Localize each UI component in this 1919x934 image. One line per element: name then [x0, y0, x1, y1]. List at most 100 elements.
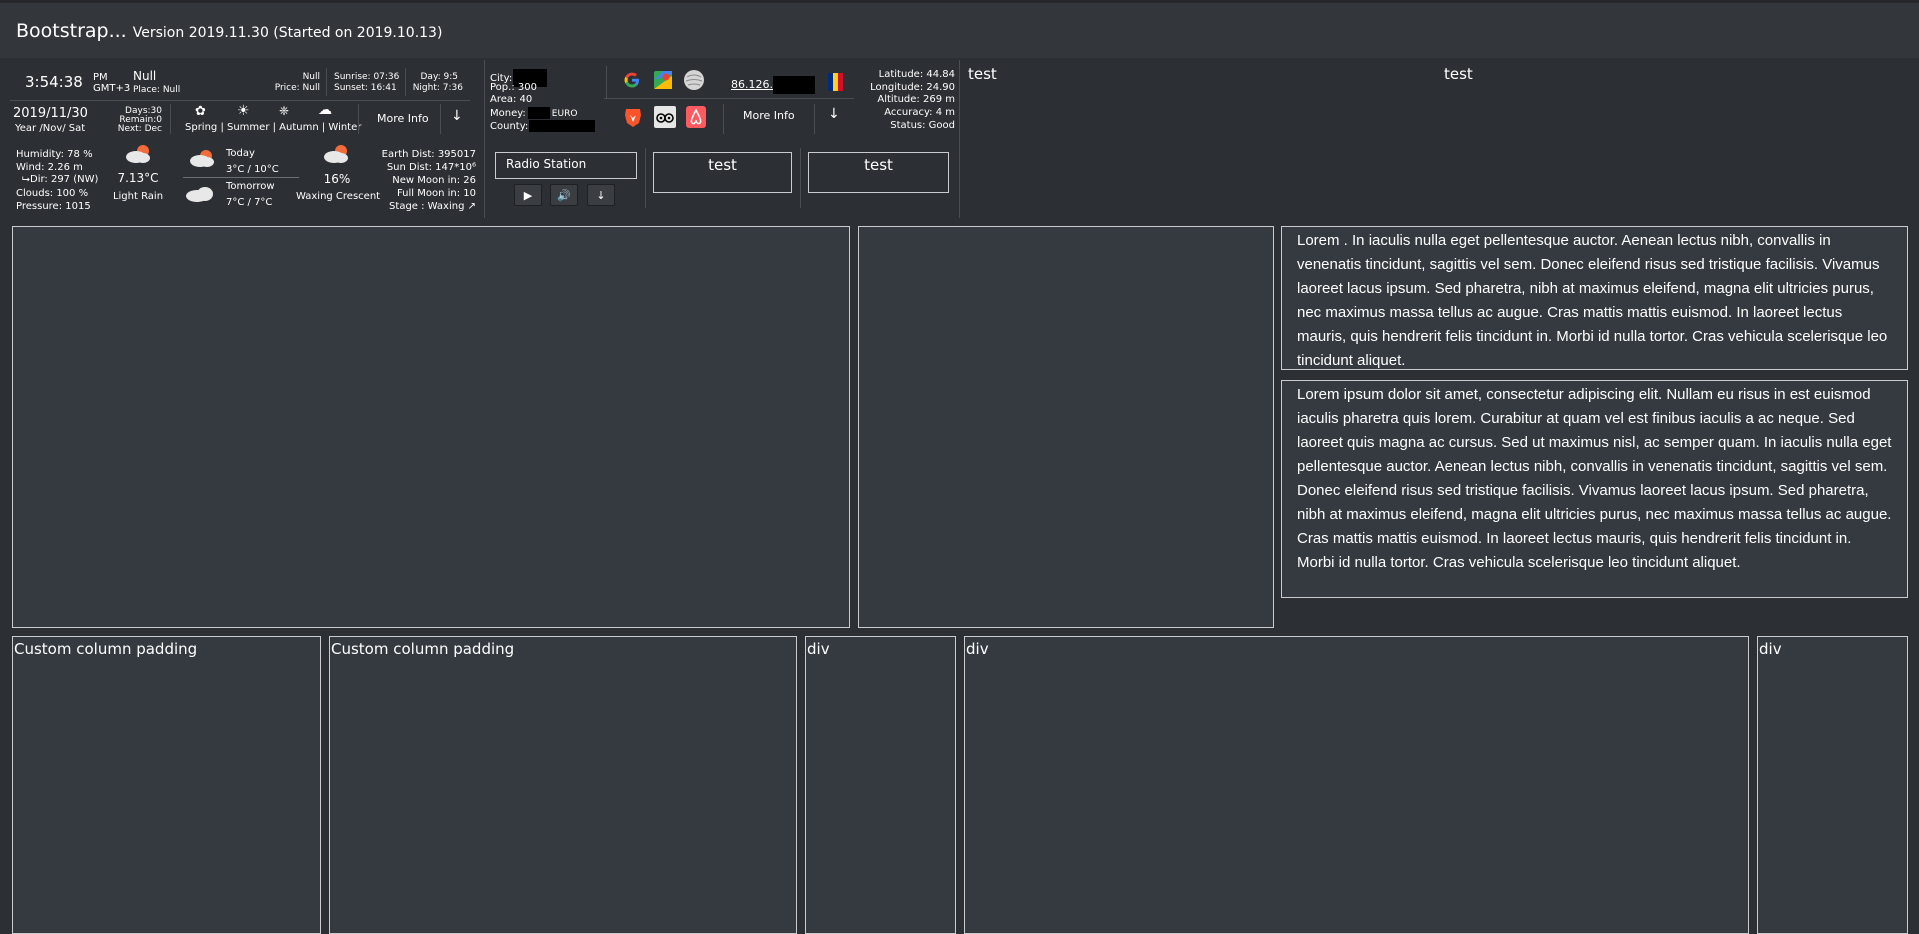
moon-phase: Waxing Crescent — [296, 191, 381, 202]
calendar-date: 2019/11/30 — [13, 106, 88, 121]
moon-weather-icon — [322, 144, 350, 168]
divider — [484, 60, 485, 218]
test-box-1: test — [653, 152, 792, 193]
pressure-text: Pressure: 1015 — [16, 201, 91, 212]
column-label: div — [966, 640, 989, 658]
today-label: Today — [226, 148, 255, 159]
autumn-icon: ❈ — [279, 104, 290, 118]
winter-icon: ☁ — [318, 102, 332, 118]
airbnb-icon[interactable] — [686, 106, 706, 132]
test-box-2: test — [808, 152, 949, 193]
calendar-expand-icon[interactable]: ↓ — [451, 108, 463, 124]
divider — [604, 98, 854, 99]
bottom-column-1: Custom column padding — [12, 636, 321, 934]
bottom-column-3: div — [805, 636, 956, 934]
earth-dist-text: Earth Dist: 395017 — [381, 149, 476, 160]
location-more-info-button[interactable]: More Info — [743, 110, 795, 121]
redacted-block — [529, 120, 596, 132]
bottom-column-5: div — [1757, 636, 1908, 934]
seasons-text: Spring | Summer | Autumn | Winter — [185, 122, 362, 133]
calendar-sub: Year /Nov/ Sat — [15, 123, 86, 134]
humidity-text: Humidity: 78 % — [16, 149, 93, 160]
divider — [800, 148, 801, 208]
test-box-1-label: test — [708, 156, 737, 174]
population-text: Pop.: 300 — [490, 82, 537, 93]
divider — [723, 104, 724, 134]
brave-icon[interactable] — [623, 106, 643, 132]
temperature-text: 7.13°C — [117, 171, 159, 185]
radio-expand-button[interactable]: ↓ — [587, 184, 615, 206]
country-flag — [828, 73, 843, 91]
lorem-panel-2: Lorem ipsum dolor sit amet, consectetur … — [1281, 380, 1908, 598]
night-length-text: Night: 7:36 — [412, 83, 463, 93]
wind-dir-text: ⮡Dir: 297 (NW) — [22, 174, 99, 185]
column-label: div — [807, 640, 830, 658]
sunrise-text: Sunrise: 07:36 — [334, 72, 400, 82]
full-moon-text: Full Moon in: 10 — [396, 188, 476, 199]
app-title: Bootstrap... Version 2019.11.30 (Started… — [16, 20, 442, 42]
moon-stage-text: Stage : Waxing ↗ — [389, 201, 476, 212]
sunset-text: Sunset: 16:41 — [334, 83, 397, 93]
divider — [440, 104, 441, 134]
altitude-text: Altitude: 269 m — [877, 94, 955, 105]
moon-percent: 16% — [323, 172, 351, 186]
tripadvisor-icon[interactable] — [654, 106, 676, 132]
main-panel-left — [12, 226, 850, 628]
tomorrow-cloud-icon — [184, 183, 216, 207]
today-cloud-icon — [188, 148, 216, 172]
lorem-panel-1: Lorem . In iaculis nulla eget pellentesq… — [1281, 226, 1908, 370]
calendar-more-info-button[interactable]: More Info — [377, 113, 429, 124]
divider — [959, 60, 960, 218]
gps-status-text: Status: Good — [890, 120, 955, 131]
play-button[interactable]: ▶ — [514, 184, 542, 206]
spring-icon: ✿ — [195, 104, 206, 119]
clock-timezone: GMT+3 — [93, 83, 131, 94]
radio-station-label: Radio Station — [506, 157, 587, 171]
longitude-text: Longitude: 24.90 — [870, 82, 955, 93]
new-moon-text: New Moon in: 26 — [392, 175, 476, 186]
radio-station-field[interactable]: Radio Station — [495, 152, 637, 179]
redacted-block — [527, 107, 550, 119]
google-icon[interactable] — [622, 70, 642, 94]
area-text: Area: 40 — [490, 94, 533, 105]
wikipedia-icon[interactable] — [683, 69, 705, 95]
bottom-column-4: div — [964, 636, 1749, 934]
divider — [10, 100, 470, 101]
brand-name[interactable]: Bootstrap... — [16, 20, 127, 42]
maps-icon[interactable] — [653, 70, 673, 94]
today-range: 3°C / 10°C — [226, 164, 279, 175]
price-text: Price: Null — [274, 83, 320, 93]
arrow-down-icon: ↓ — [596, 188, 606, 202]
condition-text: Light Rain — [112, 191, 164, 202]
volume-button[interactable]: 🔊 — [550, 184, 578, 206]
latitude-text: Latitude: 44.84 — [878, 69, 955, 80]
county-text: County: — [490, 120, 596, 132]
money-text: Money: EURO — [490, 107, 578, 119]
day-length-text: Day: 9:5 — [420, 72, 459, 82]
rain-cloud-icon — [124, 144, 152, 168]
version-text: Version 2019.11.30 (Started on 2019.10.1… — [132, 25, 443, 41]
bottom-column-2: Custom column padding — [329, 636, 797, 934]
divider — [405, 68, 406, 96]
play-icon: ▶ — [523, 188, 533, 202]
divider — [814, 104, 815, 134]
summer-icon: ☀ — [237, 103, 250, 119]
clock-time: 3:54:38 — [25, 73, 83, 91]
clock-ampm: PM — [93, 72, 108, 83]
column-label: div — [1759, 640, 1782, 658]
column-label: Custom column padding — [331, 640, 515, 658]
tomorrow-label: Tomorrow — [226, 181, 275, 192]
redacted-block — [773, 76, 815, 94]
test-label-left: test — [968, 65, 997, 83]
null-text: Null — [302, 72, 320, 82]
clouds-text: Clouds: 100 % — [16, 188, 89, 199]
divider — [645, 148, 646, 208]
ip-address-link[interactable]: 86.126. — [731, 76, 815, 94]
tomorrow-range: 7°C / 7°C — [226, 197, 273, 208]
accuracy-text: Accuracy: 4 m — [884, 107, 955, 118]
volume-icon: 🔊 — [557, 188, 571, 202]
main-panel-middle — [858, 226, 1274, 628]
location-expand-icon[interactable]: ↓ — [828, 106, 840, 122]
column-label: Custom column padding — [14, 640, 198, 658]
divider — [326, 68, 327, 96]
